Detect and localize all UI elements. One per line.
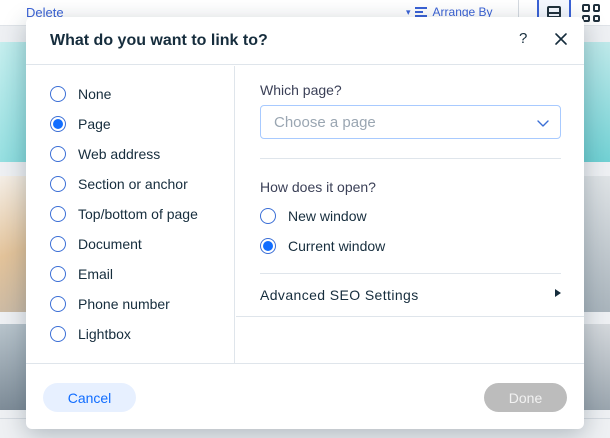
link-type-phone[interactable]: Phone number bbox=[50, 294, 170, 314]
radio-page[interactable] bbox=[50, 116, 66, 132]
link-type-list: None Page Web address Section or anchor … bbox=[26, 66, 235, 363]
advanced-seo-toggle[interactable]: Advanced SEO Settings bbox=[260, 285, 561, 305]
how-open-label: How does it open? bbox=[260, 179, 376, 195]
radio-document[interactable] bbox=[50, 236, 66, 252]
dialog-title: What do you want to link to? bbox=[50, 32, 268, 49]
radio-top-bottom[interactable] bbox=[50, 206, 66, 222]
dialog-header: What do you want to link to? ? bbox=[26, 17, 584, 65]
link-type-none[interactable]: None bbox=[50, 84, 111, 104]
link-settings-panel: Which page? Choose a page How does it op… bbox=[236, 66, 584, 363]
close-button[interactable] bbox=[552, 30, 570, 48]
section-divider bbox=[236, 316, 584, 317]
link-type-label: Lightbox bbox=[78, 326, 131, 342]
link-type-page[interactable]: Page bbox=[50, 114, 111, 134]
open-new-window[interactable]: New window bbox=[260, 206, 367, 226]
radio-section-anchor[interactable] bbox=[50, 176, 66, 192]
section-divider bbox=[260, 158, 561, 159]
link-type-label: Page bbox=[78, 116, 111, 132]
which-page-label: Which page? bbox=[260, 82, 342, 98]
chevron-down-icon bbox=[537, 120, 549, 127]
grid-view-button[interactable] bbox=[582, 4, 600, 22]
advanced-seo-label: Advanced SEO Settings bbox=[260, 287, 419, 303]
page-select-placeholder: Choose a page bbox=[274, 114, 376, 131]
open-option-label: Current window bbox=[288, 238, 386, 254]
link-dialog: What do you want to link to? ? None Page… bbox=[26, 17, 584, 429]
arrange-icon bbox=[414, 7, 427, 17]
background-image-tile bbox=[582, 324, 610, 410]
link-type-web-address[interactable]: Web address bbox=[50, 144, 160, 164]
link-type-email[interactable]: Email bbox=[50, 264, 113, 284]
link-type-top-bottom[interactable]: Top/bottom of page bbox=[50, 204, 198, 224]
open-option-label: New window bbox=[288, 208, 367, 224]
radio-current-window[interactable] bbox=[260, 238, 276, 254]
expand-arrow-icon bbox=[555, 289, 561, 297]
background-image-tile bbox=[582, 176, 610, 312]
link-type-label: Section or anchor bbox=[78, 176, 188, 192]
close-icon bbox=[555, 33, 567, 45]
link-type-label: Phone number bbox=[78, 296, 170, 312]
open-current-window[interactable]: Current window bbox=[260, 236, 385, 256]
link-type-label: Top/bottom of page bbox=[78, 206, 198, 222]
link-type-document[interactable]: Document bbox=[50, 234, 142, 254]
sort-arrow-icon: ▾ bbox=[406, 6, 411, 17]
radio-lightbox[interactable] bbox=[50, 326, 66, 342]
done-button[interactable]: Done bbox=[484, 383, 567, 412]
radio-web-address[interactable] bbox=[50, 146, 66, 162]
link-type-label: Email bbox=[78, 266, 114, 282]
background-image-tile bbox=[582, 42, 610, 162]
radio-email[interactable] bbox=[50, 266, 66, 282]
link-type-label: Web address bbox=[78, 146, 161, 162]
page-select[interactable]: Choose a page bbox=[260, 105, 561, 139]
radio-none[interactable] bbox=[50, 86, 66, 102]
radio-phone[interactable] bbox=[50, 296, 66, 312]
link-type-label: Document bbox=[78, 236, 142, 252]
help-button[interactable]: ? bbox=[519, 30, 527, 47]
section-divider bbox=[260, 273, 561, 274]
link-type-label: None bbox=[78, 86, 112, 102]
link-type-lightbox[interactable]: Lightbox bbox=[50, 324, 131, 344]
cancel-button[interactable]: Cancel bbox=[43, 383, 136, 412]
radio-new-window[interactable] bbox=[260, 208, 276, 224]
link-type-section-anchor[interactable]: Section or anchor bbox=[50, 174, 188, 194]
dialog-footer: Cancel Done bbox=[26, 363, 584, 429]
